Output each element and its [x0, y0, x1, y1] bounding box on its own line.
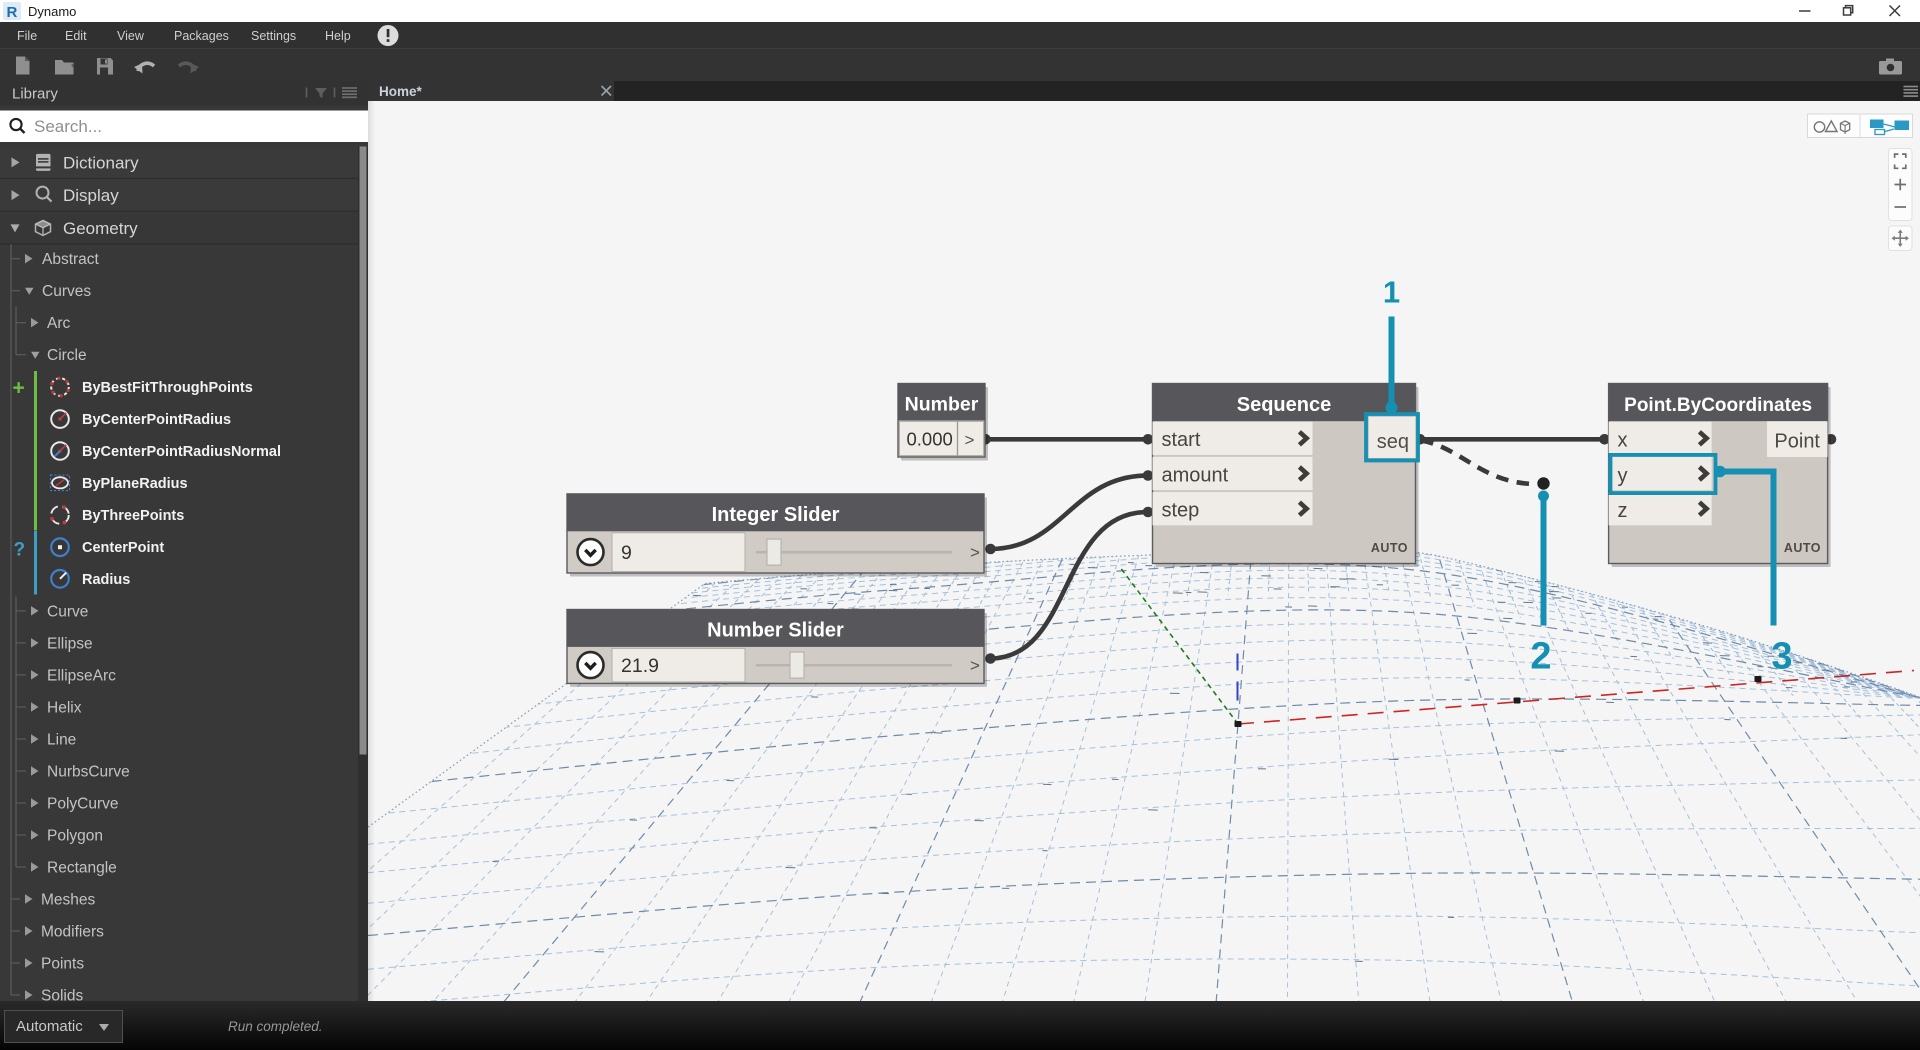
svg-text:ByThreePoints: ByThreePoints — [82, 508, 184, 524]
svg-text:start: start — [1162, 429, 1201, 451]
svg-text:seq: seq — [1377, 431, 1409, 453]
svg-text:ByPlaneRadius: ByPlaneRadius — [82, 475, 188, 491]
svg-text:x: x — [1618, 429, 1628, 451]
svg-text:Number: Number — [905, 393, 979, 415]
svg-text:step: step — [1162, 499, 1200, 521]
svg-text:Point.ByCoordinates: Point.ByCoordinates — [1624, 395, 1812, 416]
svg-text:Sequence: Sequence — [1237, 394, 1331, 416]
svg-text:ByBestFitThroughPoints: ByBestFitThroughPoints — [82, 380, 253, 396]
svg-text:Library: Library — [12, 85, 58, 102]
svg-text:Line: Line — [47, 731, 76, 748]
svg-text:Modifiers: Modifiers — [41, 923, 104, 940]
svg-text:ByCenterPointRadiusNormal: ByCenterPointRadiusNormal — [82, 444, 281, 460]
svg-text:3: 3 — [1771, 635, 1792, 677]
svg-text:2: 2 — [1530, 635, 1551, 677]
svg-text:amount: amount — [1162, 464, 1229, 486]
svg-text:Number Slider: Number Slider — [707, 619, 844, 641]
svg-text:Rectangle: Rectangle — [47, 859, 117, 876]
svg-text:Point: Point — [1774, 430, 1820, 452]
svg-text:9: 9 — [621, 542, 632, 564]
svg-text:Dynamo: Dynamo — [28, 4, 76, 19]
svg-text:Circle: Circle — [47, 347, 87, 364]
svg-text:Points: Points — [41, 955, 84, 972]
svg-text:z: z — [1618, 500, 1628, 522]
svg-text:0.000: 0.000 — [907, 428, 953, 449]
svg-text:Meshes: Meshes — [41, 891, 96, 908]
svg-text:>: > — [965, 430, 975, 449]
svg-text:Geometry: Geometry — [63, 218, 138, 237]
svg-text:R: R — [7, 4, 18, 21]
svg-text:Abstract: Abstract — [42, 251, 100, 268]
svg-text:Dictionary: Dictionary — [63, 153, 139, 172]
svg-text:+: + — [13, 376, 25, 399]
svg-text:Polygon: Polygon — [47, 827, 103, 844]
svg-text:PolyCurve: PolyCurve — [47, 795, 119, 812]
svg-text:Display: Display — [63, 186, 119, 205]
svg-text:21.9: 21.9 — [621, 655, 659, 677]
svg-text:Curves: Curves — [42, 283, 91, 300]
svg-text:NurbsCurve: NurbsCurve — [47, 763, 130, 780]
svg-text:1: 1 — [1383, 274, 1400, 309]
svg-text:Solids: Solids — [41, 987, 83, 1001]
svg-text:?: ? — [14, 539, 26, 560]
svg-text:AUTO: AUTO — [1784, 541, 1821, 555]
svg-text:AUTO: AUTO — [1371, 541, 1408, 555]
svg-text:EllipseArc: EllipseArc — [47, 667, 116, 684]
svg-text:>: > — [970, 543, 980, 562]
svg-text:ByCenterPointRadius: ByCenterPointRadius — [82, 412, 231, 428]
svg-text:CenterPoint: CenterPoint — [82, 540, 164, 556]
svg-text:>: > — [970, 656, 980, 675]
svg-text:Integer Slider: Integer Slider — [712, 503, 840, 525]
svg-text:Search...: Search... — [34, 117, 102, 136]
svg-text:Curve: Curve — [47, 603, 88, 620]
svg-text:Ellipse: Ellipse — [47, 635, 93, 652]
svg-text:Arc: Arc — [47, 315, 71, 332]
svg-text:Radius: Radius — [82, 571, 130, 587]
svg-text:y: y — [1618, 464, 1628, 486]
svg-text:Helix: Helix — [47, 699, 82, 716]
